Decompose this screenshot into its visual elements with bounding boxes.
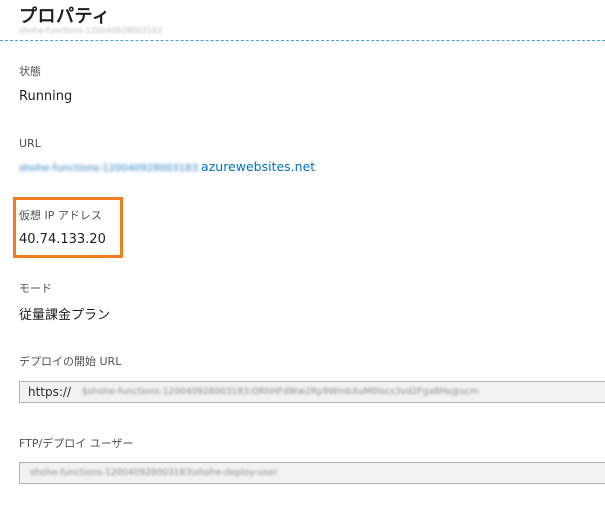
header-divider [0,40,605,41]
highlight-box [13,197,123,258]
page-subtitle: shohe-functions-120040928003183 [19,26,163,35]
url-host-prefix: shohe-functions-120040928003183. [19,163,202,174]
ftp-user-label: FTP/デプロイ ユーザー [19,437,134,450]
deploy-url-scheme: https:// [28,385,72,399]
deploy-url-rest: $shohe-functions-120040928003183:QRhHFd9… [82,387,479,397]
mode-value: 従量課金プラン [19,308,111,323]
url-host-domain[interactable]: azurewebsites.net [201,159,315,174]
ftp-user-field[interactable]: shohe-functions-120040928003183\shohe-de… [19,462,605,484]
state-value: Running [19,89,73,104]
ftp-user-value: shohe-functions-120040928003183\shohe-de… [30,468,278,478]
url-label: URL [19,137,41,150]
deploy-url-field[interactable]: https:// $shohe-functions-12004092800318… [19,381,605,403]
site-url-link[interactable]: shohe-functions-120040928003183.azureweb… [19,159,315,174]
mode-label: モード [19,282,52,295]
deploy-url-label: デプロイの開始 URL [19,355,122,368]
blade-header: プロパティ shohe-functions-120040928003183 [0,0,605,42]
page-title: プロパティ [19,6,111,27]
state-label: 状態 [19,65,41,78]
